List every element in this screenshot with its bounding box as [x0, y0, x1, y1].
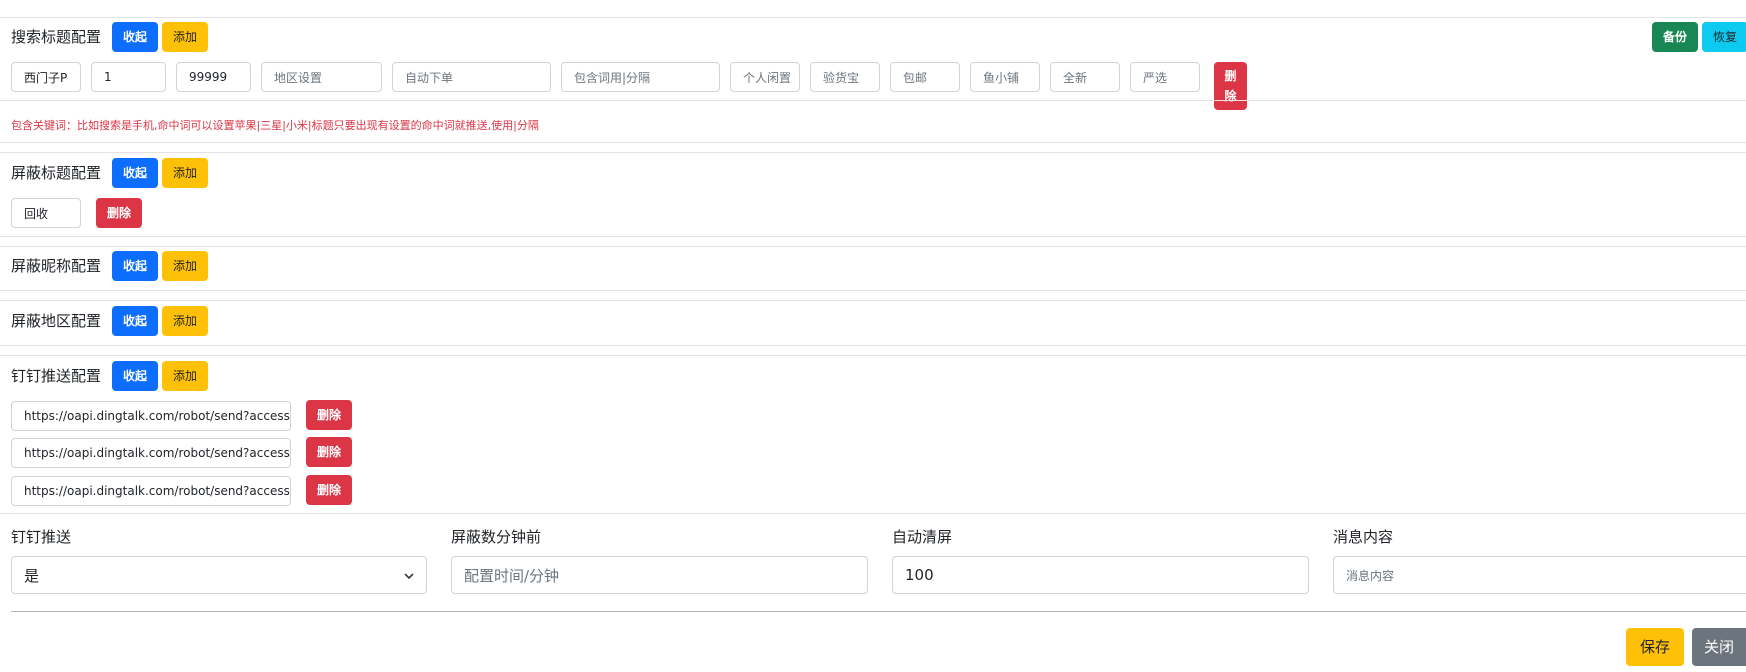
free-shipping-input[interactable]: 包邮 [890, 62, 960, 92]
chevron-down-icon [404, 573, 414, 580]
divider [0, 246, 1746, 247]
dingtalk-url-input[interactable]: https://oapi.dingtalk.com/robot/send?acc… [11, 401, 291, 431]
divider [0, 236, 1746, 237]
block-region-section-title: 屏蔽地区配置 [11, 312, 102, 330]
divider [0, 300, 1746, 301]
personal-idle-input[interactable]: 个人闲置 [730, 62, 800, 92]
delete-label-line2: 除 [1224, 89, 1237, 103]
block-title-collapse-button[interactable]: 收起 [112, 158, 158, 188]
block-title-input[interactable]: 回收 [11, 198, 81, 228]
divider [0, 355, 1746, 356]
auto-order-input[interactable]: 自动下单 [392, 62, 551, 92]
save-button[interactable]: 保存 [1626, 628, 1684, 666]
push-label: 钉钉推送 [11, 528, 72, 546]
fish-shop-input[interactable]: 鱼小铺 [970, 62, 1040, 92]
dingtalk-url-input[interactable]: https://oapi.dingtalk.com/robot/send?acc… [11, 476, 291, 506]
block-title-add-button[interactable]: 添加 [162, 158, 208, 188]
search-delete-button[interactable]: 删 除 [1214, 62, 1247, 110]
divider [11, 611, 1746, 612]
auto-clear-label: 自动清屏 [892, 528, 953, 546]
block-region-collapse-button[interactable]: 收起 [112, 306, 158, 336]
block-nick-collapse-button[interactable]: 收起 [112, 251, 158, 281]
minutes-label: 屏蔽数分钟前 [451, 528, 542, 546]
dingtalk-section-title: 钉钉推送配置 [11, 367, 102, 385]
selected-input[interactable]: 严选 [1130, 62, 1200, 92]
block-nick-add-button[interactable]: 添加 [162, 251, 208, 281]
divider [0, 100, 1746, 101]
include-words-input[interactable]: 包含词用|分隔 [561, 62, 720, 92]
minutes-input[interactable]: 配置时间/分钟 [451, 556, 868, 594]
inspection-input[interactable]: 验货宝 [810, 62, 880, 92]
block-title-delete-button[interactable]: 删除 [96, 198, 142, 228]
push-select-value: 是 [24, 566, 40, 585]
auto-clear-input[interactable]: 100 [892, 556, 1309, 594]
divider [0, 17, 1746, 18]
brand-new-input[interactable]: 全新 [1050, 62, 1120, 92]
divider [0, 152, 1746, 153]
search-section-title: 搜索标题配置 [11, 28, 102, 46]
region-input[interactable]: 地区设置 [261, 62, 382, 92]
delete-label-line1: 删 [1224, 69, 1237, 83]
divider [0, 142, 1746, 143]
dingtalk-add-button[interactable]: 添加 [162, 361, 208, 391]
search-collapse-button[interactable]: 收起 [112, 22, 158, 52]
include-keyword-hint: 包含关键词：比如搜索是手机,命中词可以设置苹果|三星|小米|标题只要出现有设置的… [11, 119, 539, 132]
search-add-button[interactable]: 添加 [162, 22, 208, 52]
backup-button[interactable]: 备份 [1652, 22, 1698, 52]
dingtalk-delete-button[interactable]: 删除 [306, 400, 352, 430]
block-region-add-button[interactable]: 添加 [162, 306, 208, 336]
dingtalk-url-input[interactable]: https://oapi.dingtalk.com/robot/send?acc… [11, 438, 291, 468]
block-nick-section-title: 屏蔽昵称配置 [11, 257, 102, 275]
block-title-section-title: 屏蔽标题配置 [11, 164, 102, 182]
min-price-input[interactable]: 1 [91, 62, 166, 92]
max-price-input[interactable]: 99999 [176, 62, 251, 92]
dingtalk-delete-button[interactable]: 删除 [306, 437, 352, 467]
push-select[interactable]: 是 [11, 556, 427, 594]
message-label: 消息内容 [1333, 528, 1394, 546]
dingtalk-collapse-button[interactable]: 收起 [112, 361, 158, 391]
divider [0, 290, 1746, 291]
search-keyword-input[interactable]: 西门子P [11, 62, 81, 92]
divider [0, 513, 1746, 514]
message-input[interactable]: 消息内容 [1333, 556, 1746, 594]
divider [0, 345, 1746, 346]
close-button[interactable]: 关闭 [1692, 628, 1746, 666]
dingtalk-delete-button[interactable]: 删除 [306, 475, 352, 505]
restore-button[interactable]: 恢复 [1702, 22, 1746, 52]
